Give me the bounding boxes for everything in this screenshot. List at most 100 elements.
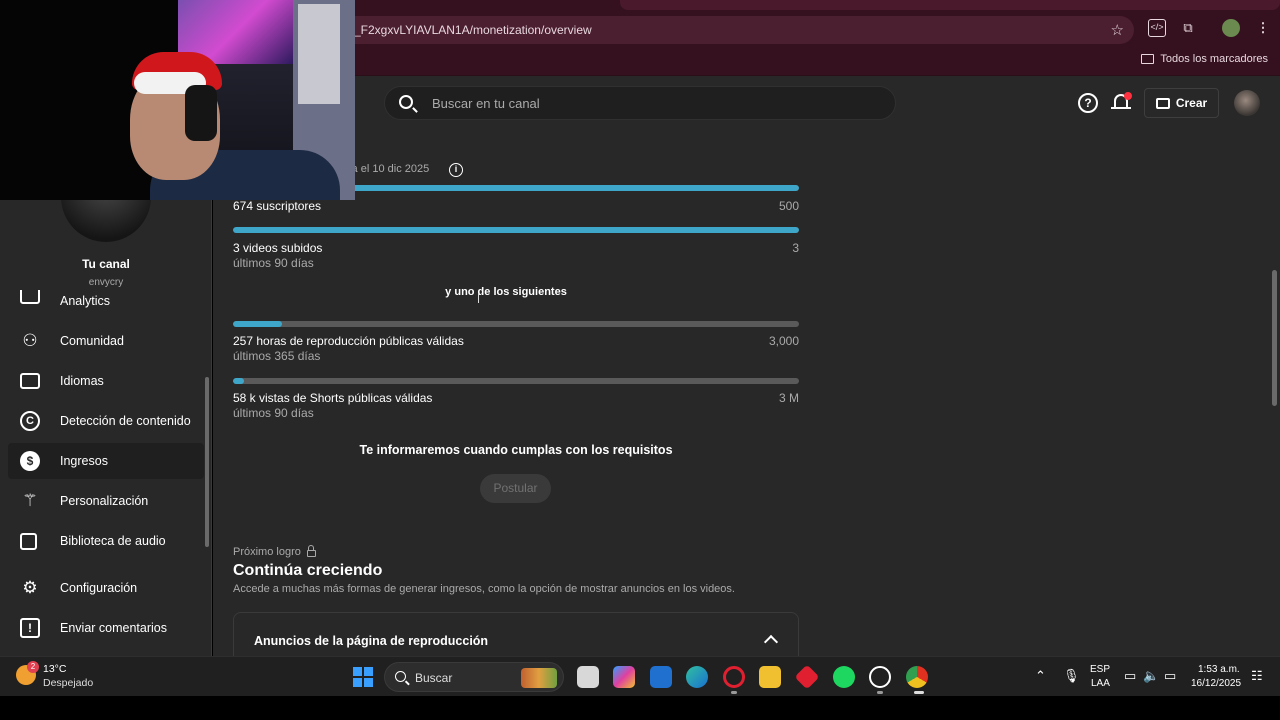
sidebar-item-idiomas[interactable]: Idiomas — [8, 363, 204, 399]
create-label: Crear — [1175, 96, 1208, 110]
search-placeholder: Buscar en tu canal — [432, 96, 540, 111]
video-camera-icon — [1155, 97, 1170, 109]
audio-library-icon — [20, 533, 37, 550]
windows-taskbar: 2 13°C Despejado Buscar ⌃ 🎙 ESP LAA ▭ 🔈 … — [0, 656, 1280, 696]
bottom-letterbox — [0, 696, 1280, 720]
outlook-icon[interactable] — [650, 666, 672, 688]
sidebar-item-configuracion[interactable]: ⚙ Configuración — [8, 570, 204, 606]
channel-search-input[interactable]: Buscar en tu canal — [384, 86, 896, 120]
all-bookmarks-label: Todos los marcadores — [1160, 53, 1268, 65]
taskbar-search-label: Buscar — [415, 671, 453, 685]
microphone-icon[interactable]: 🎙 — [1063, 668, 1080, 684]
shorts-views-progress-bar — [233, 378, 799, 384]
sidebar-scrollbar[interactable] — [205, 377, 209, 547]
ads-card-title: Anuncios de la página de reproducción — [254, 634, 489, 648]
copilot-icon[interactable] — [613, 666, 635, 688]
volume-icon[interactable]: 🔈 — [1143, 668, 1159, 684]
all-bookmarks-button[interactable]: Todos los marcadores — [1141, 53, 1268, 65]
create-button[interactable]: Crear — [1144, 88, 1219, 118]
shorts-views-target: 3 M — [778, 391, 799, 405]
uploads-target: 3 — [792, 241, 799, 255]
sidebar-item-label: Personalización — [60, 494, 149, 508]
channel-title: Tu canal — [82, 257, 130, 271]
task-view-icon[interactable] — [577, 666, 599, 688]
shorts-views-period: últimos 90 días — [233, 406, 314, 420]
notification-center-icon[interactable]: ☷ — [1251, 668, 1263, 684]
community-people-icon: ⚇ — [22, 331, 38, 350]
sidebar-item-label: Idiomas — [60, 374, 104, 388]
chrome-icon[interactable] — [906, 666, 928, 688]
sidebar-item-deteccion[interactable]: C Detección de contenido — [8, 403, 204, 439]
profile-avatar-icon[interactable] — [1222, 19, 1240, 37]
address-bar[interactable]: _F2xgxvLYIAVLAN1A/monetization/overview … — [340, 16, 1134, 44]
uploads-period: últimos 90 días — [233, 256, 314, 270]
text-cursor — [478, 294, 479, 303]
taskbar-search[interactable]: Buscar — [384, 662, 564, 692]
notifications-bell-icon[interactable] — [1111, 92, 1132, 114]
sidebar-item-label: Configuración — [60, 581, 138, 595]
sidebar-item-label: Ingresos — [60, 454, 108, 468]
weather-temperature[interactable]: 13°C — [43, 663, 66, 675]
extensions-puzzle-icon[interactable]: ⧉ — [1179, 19, 1197, 37]
sidebar-item-label: Enviar comentarios — [60, 621, 167, 635]
url-text[interactable]: _F2xgxvLYIAVLAN1A/monetization/overview — [354, 23, 592, 37]
analytics-icon — [20, 290, 40, 304]
sidebar-item-analytics[interactable]: Analytics — [8, 290, 204, 308]
bookmark-star-icon[interactable]: ☆ — [1111, 21, 1124, 39]
one-of-following-label: y uno de los siguientes — [445, 286, 567, 298]
tray-chevron-up-icon[interactable]: ⌃ — [1035, 668, 1046, 684]
deadline-text: sta el 10 dic 2025 — [343, 163, 430, 175]
studio-sidebar: Tu canal envycry Analytics ⚇ Comunidad I… — [0, 132, 212, 656]
clock-time[interactable]: 1:53 a.m. — [1198, 664, 1240, 675]
network-icon[interactable]: ▭ — [1124, 668, 1136, 684]
help-icon[interactable]: ? — [1078, 93, 1098, 113]
magic-wand-icon: ⚚ — [22, 491, 38, 510]
notification-dot — [1124, 92, 1132, 100]
uploads-label: 3 videos subidos — [233, 241, 323, 255]
sidebar-item-label: Biblioteca de audio — [60, 534, 166, 548]
next-milestone-label: Próximo logro — [233, 545, 316, 558]
watch-hours-period: últimos 365 días — [233, 349, 321, 363]
account-avatar[interactable] — [1234, 90, 1260, 116]
battery-icon[interactable]: ▭ — [1164, 668, 1176, 684]
language-top[interactable]: ESP — [1090, 664, 1110, 675]
sidebar-item-personalizacion[interactable]: ⚚ Personalización — [8, 483, 204, 519]
search-highlight-image — [521, 668, 557, 688]
spotify-icon[interactable] — [833, 666, 855, 688]
copyright-icon: C — [20, 411, 40, 431]
uploads-progress-bar — [233, 227, 799, 233]
language-bottom[interactable]: LAA — [1091, 678, 1110, 689]
weather-badge: 2 — [27, 661, 39, 673]
monetization-main: sta el 10 dic 2025 i 674 suscriptores 50… — [213, 132, 1280, 672]
weather-description[interactable]: Despejado — [43, 677, 93, 689]
notify-text: Te informaremos cuando cumplas con los r… — [359, 443, 673, 457]
grow-title: Continúa creciendo — [233, 562, 383, 579]
sidebar-item-comentarios[interactable]: ! Enviar comentarios — [8, 610, 204, 646]
streaming-app-icon[interactable] — [869, 666, 891, 688]
browser-tab[interactable] — [620, 0, 1280, 10]
sidebar-item-label: Comunidad — [60, 334, 124, 348]
sidebar-item-biblioteca[interactable]: Biblioteca de audio — [8, 523, 204, 559]
edge-icon[interactable] — [686, 666, 708, 688]
sidebar-item-ingresos[interactable]: $ Ingresos — [8, 443, 204, 479]
windows-start-icon[interactable] — [353, 667, 373, 687]
red-app-icon[interactable] — [794, 664, 820, 690]
main-scrollbar[interactable] — [1272, 270, 1277, 406]
search-icon — [399, 95, 413, 109]
opera-icon[interactable] — [723, 666, 745, 688]
watch-hours-label: 257 horas de reproducción públicas válid… — [233, 334, 464, 348]
sidebar-item-label: Detección de contenido — [60, 414, 191, 428]
gear-icon: ⚙ — [22, 578, 38, 597]
lock-icon — [306, 545, 316, 557]
sidebar-item-comunidad[interactable]: ⚇ Comunidad — [8, 323, 204, 359]
file-explorer-icon[interactable] — [759, 666, 781, 688]
browser-menu-icon[interactable]: ⋮ — [1254, 19, 1272, 37]
subscribers-label: 674 suscriptores — [233, 199, 322, 213]
apply-button[interactable]: Postular — [480, 474, 551, 503]
chevron-up-icon[interactable] — [763, 634, 779, 650]
dollar-icon: $ — [20, 451, 40, 471]
info-icon[interactable]: i — [449, 163, 463, 177]
devtools-extension-icon[interactable]: </> — [1148, 19, 1166, 37]
folder-icon — [1141, 54, 1155, 64]
clock-date[interactable]: 16/12/2025 — [1191, 678, 1241, 689]
